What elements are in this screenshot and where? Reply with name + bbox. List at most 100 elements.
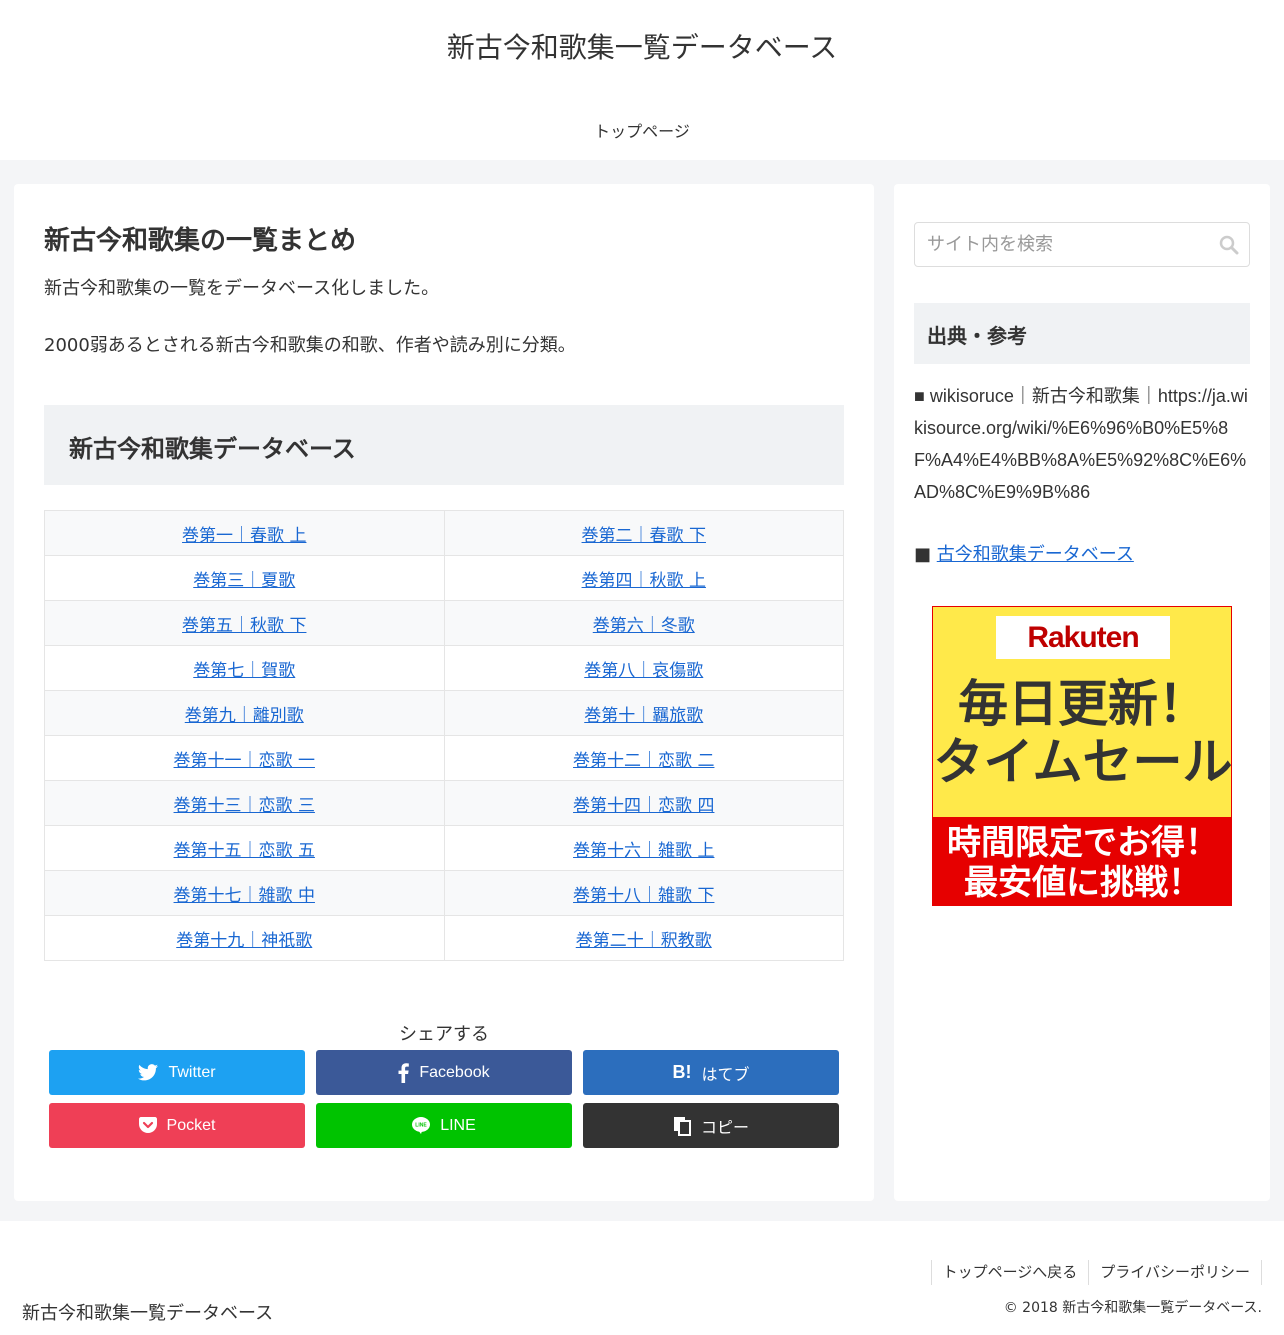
widget-heading: 出典・参考: [914, 303, 1250, 364]
volume-link[interactable]: 巻第二十｜釈教歌: [576, 931, 712, 951]
table-cell: 巻第五｜秋歌 下: [44, 600, 445, 646]
table-cell: 巻第十五｜恋歌 五: [44, 825, 445, 871]
volume-link[interactable]: 巻第六｜冬歌: [593, 616, 695, 636]
table-cell: 巻第十｜羈旅歌: [443, 690, 844, 736]
pocket-label: Pocket: [166, 1116, 216, 1134]
table-row: 巻第五｜秋歌 下 巻第六｜冬歌: [44, 600, 844, 646]
volume-link[interactable]: 巻第十一｜恋歌 一: [174, 751, 315, 771]
table-cell: 巻第八｜哀傷歌: [443, 645, 844, 691]
intro-text-1: 新古今和歌集の一覧をデータベース化しました。: [44, 278, 440, 299]
table-cell: 巻第十九｜神祇歌: [44, 915, 445, 961]
table-cell: 巻第十一｜恋歌 一: [44, 735, 445, 781]
volume-link[interactable]: 巻第四｜秋歌 上: [582, 571, 706, 591]
related-link-row: ■ 古今和歌集データベース: [914, 540, 1134, 566]
table-cell: 巻第三｜夏歌: [44, 555, 445, 601]
facebook-icon: [398, 1062, 410, 1083]
table-row: 巻第一｜春歌 上 巻第二｜春歌 下: [44, 510, 844, 556]
link-bullet: ■: [914, 544, 937, 565]
volume-link[interactable]: 巻第五｜秋歌 下: [182, 616, 306, 636]
site-footer: トップページへ戻る プライバシーポリシー 新古今和歌集一覧データベース © 20…: [0, 1221, 1284, 1335]
facebook-share-button[interactable]: Facebook: [316, 1050, 572, 1095]
volume-link[interactable]: 巻第十二｜恋歌 二: [573, 751, 714, 771]
table-cell: 巻第十八｜雑歌 下: [443, 870, 844, 916]
table-cell: 巻第七｜賀歌: [44, 645, 445, 691]
volume-link[interactable]: 巻第十七｜雑歌 中: [174, 886, 315, 906]
volume-link[interactable]: 巻第七｜賀歌: [193, 661, 295, 681]
table-row: 巻第九｜離別歌 巻第十｜羈旅歌: [44, 690, 844, 736]
table-row: 巻第三｜夏歌 巻第四｜秋歌 上: [44, 555, 844, 601]
table-cell: 巻第二十｜釈教歌: [443, 915, 844, 961]
ad-headline-2: タイムセール: [933, 733, 1232, 791]
copy-button[interactable]: コピー: [583, 1103, 839, 1148]
rakuten-ad-banner[interactable]: Rakuten 毎日更新！ タイムセール 時間限定でお得！ 最安値に挑戦！: [932, 606, 1232, 906]
copy-label: コピー: [700, 1119, 749, 1137]
table-cell: 巻第十二｜恋歌 二: [443, 735, 844, 781]
volume-link[interactable]: 巻第十｜羈旅歌: [584, 706, 703, 726]
table-row: 巻第十七｜雑歌 中 巻第十八｜雑歌 下: [44, 870, 844, 916]
hatena-share-button[interactable]: B! はてブ: [583, 1050, 839, 1095]
pocket-icon: [138, 1117, 157, 1134]
volume-link[interactable]: 巻第十五｜恋歌 五: [174, 841, 315, 861]
section-heading: 新古今和歌集データベース: [44, 405, 844, 485]
site-title[interactable]: 新古今和歌集一覧データベース: [0, 26, 1284, 66]
main-content: 新古今和歌集の一覧まとめ 新古今和歌集の一覧をデータベース化しました。 2000…: [14, 184, 874, 1201]
table-cell: 巻第十七｜雑歌 中: [44, 870, 445, 916]
table-row: 巻第十五｜恋歌 五 巻第十六｜雑歌 上: [44, 825, 844, 871]
footer-site-title[interactable]: 新古今和歌集一覧データベース: [22, 1299, 273, 1325]
table-cell: 巻第二｜春歌 下: [443, 510, 844, 556]
volume-link[interactable]: 巻第十四｜恋歌 四: [573, 796, 714, 816]
twitter-share-button[interactable]: Twitter: [49, 1050, 305, 1095]
table-row: 巻第十九｜神祇歌 巻第二十｜釈教歌: [44, 915, 844, 961]
ad-red-band: 時間限定でお得！ 最安値に挑戦！: [933, 817, 1231, 905]
volume-link[interactable]: 巻第三｜夏歌: [193, 571, 295, 591]
volume-link[interactable]: 巻第十八｜雑歌 下: [573, 886, 714, 906]
ad-headline-1: 毎日更新！: [958, 675, 1208, 733]
source-text: ■ wikisoruce｜新古今和歌集｜https://ja.wikisourc…: [914, 386, 1248, 502]
kokin-database-link[interactable]: 古今和歌集データベース: [937, 544, 1134, 565]
table-row: 巻第十三｜恋歌 三 巻第十四｜恋歌 四: [44, 780, 844, 826]
table-cell: 巻第一｜春歌 上: [44, 510, 445, 556]
nav-item-top[interactable]: トップページ: [594, 122, 690, 141]
line-icon: LINE: [412, 1117, 431, 1134]
search-box: [914, 222, 1250, 267]
pocket-share-button[interactable]: Pocket: [49, 1103, 305, 1148]
volume-table: 巻第一｜春歌 上巻第二｜春歌 下巻第三｜夏歌 巻第四｜秋歌 上巻第五｜秋歌 下巻第…: [44, 510, 844, 961]
page-title: 新古今和歌集の一覧まとめ: [44, 226, 357, 256]
share-label: シェアする: [399, 1024, 489, 1045]
ad-subline-1: 時間限定でお得！: [947, 823, 1219, 863]
intro-text-2: 2000弱あるとされる新古今和歌集の和歌、作者や読み別に分類。: [44, 335, 576, 356]
copyright: © 2018 新古今和歌集一覧データベース.: [1003, 1300, 1262, 1316]
ad-subline-2: 最安値に挑戦！: [964, 863, 1202, 903]
twitter-label: Twitter: [168, 1063, 216, 1081]
table-cell: 巻第四｜秋歌 上: [443, 555, 844, 601]
hatena-label: はてブ: [701, 1066, 750, 1084]
volume-link[interactable]: 巻第十三｜恋歌 三: [174, 796, 315, 816]
site-header: 新古今和歌集一覧データベース トップページ: [0, 0, 1284, 160]
table-row: 巻第十一｜恋歌 一 巻第十二｜恋歌 二: [44, 735, 844, 781]
widget-heading-text: 出典・参考: [927, 324, 1027, 348]
copy-icon: [673, 1116, 691, 1136]
svg-text:LINE: LINE: [416, 1123, 428, 1129]
search-input[interactable]: [915, 223, 1205, 266]
volume-link[interactable]: 巻第十六｜雑歌 上: [573, 841, 714, 861]
line-share-button[interactable]: LINE LINE: [316, 1103, 572, 1148]
volume-link[interactable]: 巻第一｜春歌 上: [182, 526, 306, 546]
volume-link[interactable]: 巻第二｜春歌 下: [582, 526, 706, 546]
footer-nav: トップページへ戻る プライバシーポリシー: [930, 1260, 1262, 1285]
global-nav: トップページ: [0, 118, 1284, 142]
table-row: 巻第七｜賀歌 巻第八｜哀傷歌: [44, 645, 844, 691]
volume-link[interactable]: 巻第八｜哀傷歌: [584, 661, 703, 681]
section-heading-text: 新古今和歌集データベース: [69, 435, 356, 463]
twitter-icon: [138, 1064, 159, 1081]
search-icon[interactable]: [1219, 235, 1239, 259]
footer-link-top[interactable]: トップページへ戻る: [930, 1260, 1089, 1285]
sidebar: 出典・参考 ■ wikisoruce｜新古今和歌集｜https://ja.wik…: [894, 184, 1270, 1201]
volume-link[interactable]: 巻第十九｜神祇歌: [176, 931, 312, 951]
table-cell: 巻第十三｜恋歌 三: [44, 780, 445, 826]
footer-link-privacy[interactable]: プライバシーポリシー: [1088, 1260, 1262, 1285]
rakuten-logo: Rakuten: [996, 616, 1170, 659]
hatena-icon: B!: [672, 1062, 692, 1082]
facebook-label: Facebook: [419, 1063, 490, 1081]
table-cell: 巻第九｜離別歌: [44, 690, 445, 736]
volume-link[interactable]: 巻第九｜離別歌: [185, 706, 304, 726]
